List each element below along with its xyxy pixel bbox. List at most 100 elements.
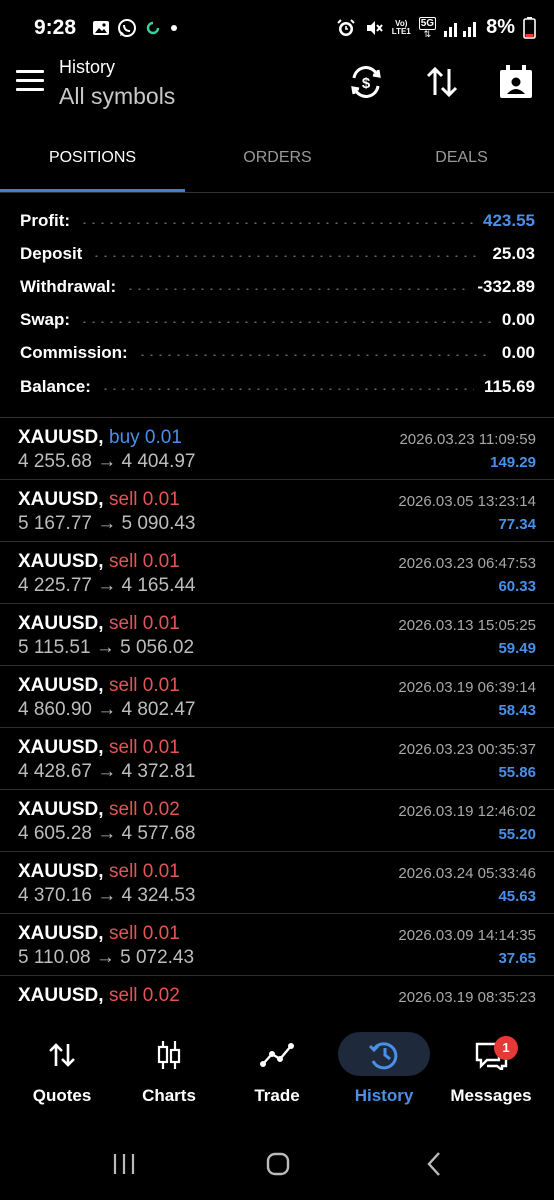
deal-symbol: XAUUSD, <box>18 551 104 572</box>
calendar-person-icon[interactable] <box>496 62 536 102</box>
deal-symbol: XAUUSD, <box>18 675 104 696</box>
deal-side: sell 0.01 <box>109 489 180 510</box>
deal-profit: 45.63 <box>498 888 536 905</box>
battery-percent: 8% <box>486 16 515 38</box>
summary-deposit-row: Deposit 25.03 <box>20 237 535 270</box>
table-row[interactable]: XAUUSD, sell 0.01 4 860.90 → 4 802.47 20… <box>0 666 554 728</box>
home-icon[interactable] <box>265 1151 291 1177</box>
balance-label: Balance: <box>20 376 91 396</box>
deal-side: sell 0.01 <box>109 675 180 696</box>
nav-history-label: History <box>354 1086 414 1105</box>
status-system-icons: Vo) LTE1 5G ⇅ 8% <box>336 16 536 39</box>
currency-refresh-icon[interactable]: $ <box>346 62 386 102</box>
withdrawal-value: -332.89 <box>477 276 535 296</box>
dotted-leader <box>92 254 483 257</box>
dot-icon <box>171 25 177 31</box>
alarm-icon <box>337 18 355 36</box>
history-icon <box>368 1042 398 1070</box>
deal-symbol: XAUUSD, <box>18 861 104 882</box>
commission-value: 0.00 <box>501 343 535 363</box>
deal-profit: 55.86 <box>498 764 536 781</box>
candlestick-icon <box>157 1041 181 1069</box>
table-row[interactable]: XAUUSD, sell 0.01 5 115.51 → 5 056.02 20… <box>0 604 554 666</box>
dotted-leader <box>80 321 492 324</box>
status-time: 9:28 <box>34 16 77 39</box>
deal-time: 2026.03.19 12:46:02 <box>398 803 536 820</box>
deal-prices: 4 370.16 → 4 324.53 <box>18 885 196 906</box>
quotes-icon <box>49 1043 75 1067</box>
messages-badge: 1 <box>494 1036 518 1060</box>
nav-trade[interactable]: Trade <box>222 1018 332 1118</box>
volte-indicator: Vo) LTE1 <box>391 18 411 36</box>
bottom-navigation: Quotes Charts Trade History 1 Messages <box>0 1018 554 1118</box>
history-tabs: POSITIONS ORDERS DEALS <box>0 136 554 192</box>
nav-charts-label: Charts <box>142 1086 196 1105</box>
balance-value: 115.69 <box>483 376 535 396</box>
deal-symbol: XAUUSD, <box>18 737 104 758</box>
whatsapp-icon <box>118 19 136 37</box>
table-row[interactable]: XAUUSD, sell 0.01 4 370.16 → 4 324.53 20… <box>0 852 554 914</box>
deal-symbol: XAUUSD, <box>18 799 104 820</box>
recent-apps-icon[interactable] <box>112 1152 136 1176</box>
tab-positions[interactable]: POSITIONS <box>0 136 185 192</box>
deal-side: sell 0.01 <box>109 551 180 572</box>
nav-charts[interactable]: Charts <box>114 1018 224 1118</box>
deal-time: 2026.03.13 15:05:25 <box>398 617 536 634</box>
nav-history[interactable]: History <box>329 1018 439 1118</box>
swap-label: Swap: <box>20 310 71 330</box>
deal-profit: 55.20 <box>498 826 536 843</box>
deal-symbol: XAUUSD, <box>18 923 104 944</box>
deal-symbol: XAUUSD, <box>18 489 104 510</box>
deal-profit: 60.33 <box>498 578 536 595</box>
deal-side: sell 0.01 <box>109 613 180 634</box>
commission-label: Commission: <box>20 343 128 363</box>
profit-value: 423.55 <box>483 210 535 230</box>
menu-icon[interactable] <box>16 70 44 92</box>
nav-quotes[interactable]: Quotes <box>7 1018 117 1118</box>
dotted-leader <box>80 221 473 224</box>
signal-icon <box>444 21 477 37</box>
table-row[interactable]: XAUUSD, sell 0.02 2026.03.19 08:35:23 <box>0 976 554 1018</box>
sort-icon[interactable] <box>422 62 462 102</box>
deal-time: 2026.03.19 08:35:23 <box>398 989 536 1006</box>
system-navigation-bar <box>0 1130 554 1200</box>
tab-deals[interactable]: DEALS <box>369 136 554 192</box>
deal-time: 2026.03.05 13:23:14 <box>398 493 536 510</box>
table-row[interactable]: XAUUSD, sell 0.01 5 110.08 → 5 072.43 20… <box>0 914 554 976</box>
deal-profit: 149.29 <box>490 454 536 471</box>
deal-time: 2026.03.19 06:39:14 <box>398 679 536 696</box>
deal-time: 2026.03.24 05:33:46 <box>398 865 536 882</box>
deal-side: sell 0.01 <box>109 737 180 758</box>
table-row[interactable]: XAUUSD, sell 0.01 4 428.67 → 4 372.81 20… <box>0 728 554 790</box>
deal-profit: 77.34 <box>498 516 536 533</box>
deal-prices: 4 428.67 → 4 372.81 <box>18 761 196 782</box>
tab-orders[interactable]: ORDERS <box>185 136 370 192</box>
fiveg-indicator: 5G ⇅ <box>418 17 437 39</box>
dotted-leader <box>126 287 468 290</box>
profit-label: Profit: <box>20 210 71 230</box>
table-row[interactable]: XAUUSD, sell 0.01 4 225.77 → 4 165.44 20… <box>0 542 554 604</box>
deal-side: sell 0.02 <box>109 799 180 820</box>
symbol-filter[interactable]: All symbols <box>59 83 175 110</box>
table-row[interactable]: XAUUSD, buy 0.01 4 255.68 → 4 404.97 202… <box>0 418 554 480</box>
table-row[interactable]: XAUUSD, sell 0.01 5 167.77 → 5 090.43 20… <box>0 480 554 542</box>
mute-icon <box>366 20 383 35</box>
dotted-leader <box>137 354 492 357</box>
deal-profit: 59.49 <box>498 640 536 657</box>
swap-value: 0.00 <box>501 310 535 330</box>
sync-icon <box>146 21 160 35</box>
table-row[interactable]: XAUUSD, sell 0.02 4 605.28 → 4 577.68 20… <box>0 790 554 852</box>
deal-prices: 4 225.77 → 4 165.44 <box>18 575 196 596</box>
deal-symbol: XAUUSD, <box>18 427 104 448</box>
summary-swap-row: Swap: 0.00 <box>20 304 535 337</box>
nav-messages-label: Messages <box>450 1086 532 1105</box>
back-icon[interactable] <box>424 1151 444 1177</box>
svg-text:$: $ <box>362 75 371 92</box>
page-title: History <box>59 57 116 77</box>
deal-time: 2026.03.23 00:35:37 <box>398 741 536 758</box>
deal-side: buy 0.01 <box>109 427 182 448</box>
nav-messages[interactable]: 1 Messages <box>436 1018 546 1118</box>
gallery-icon <box>93 21 109 35</box>
withdrawal-label: Withdrawal: <box>20 276 117 296</box>
summary-profit-row: Profit: 423.55 <box>20 204 535 237</box>
